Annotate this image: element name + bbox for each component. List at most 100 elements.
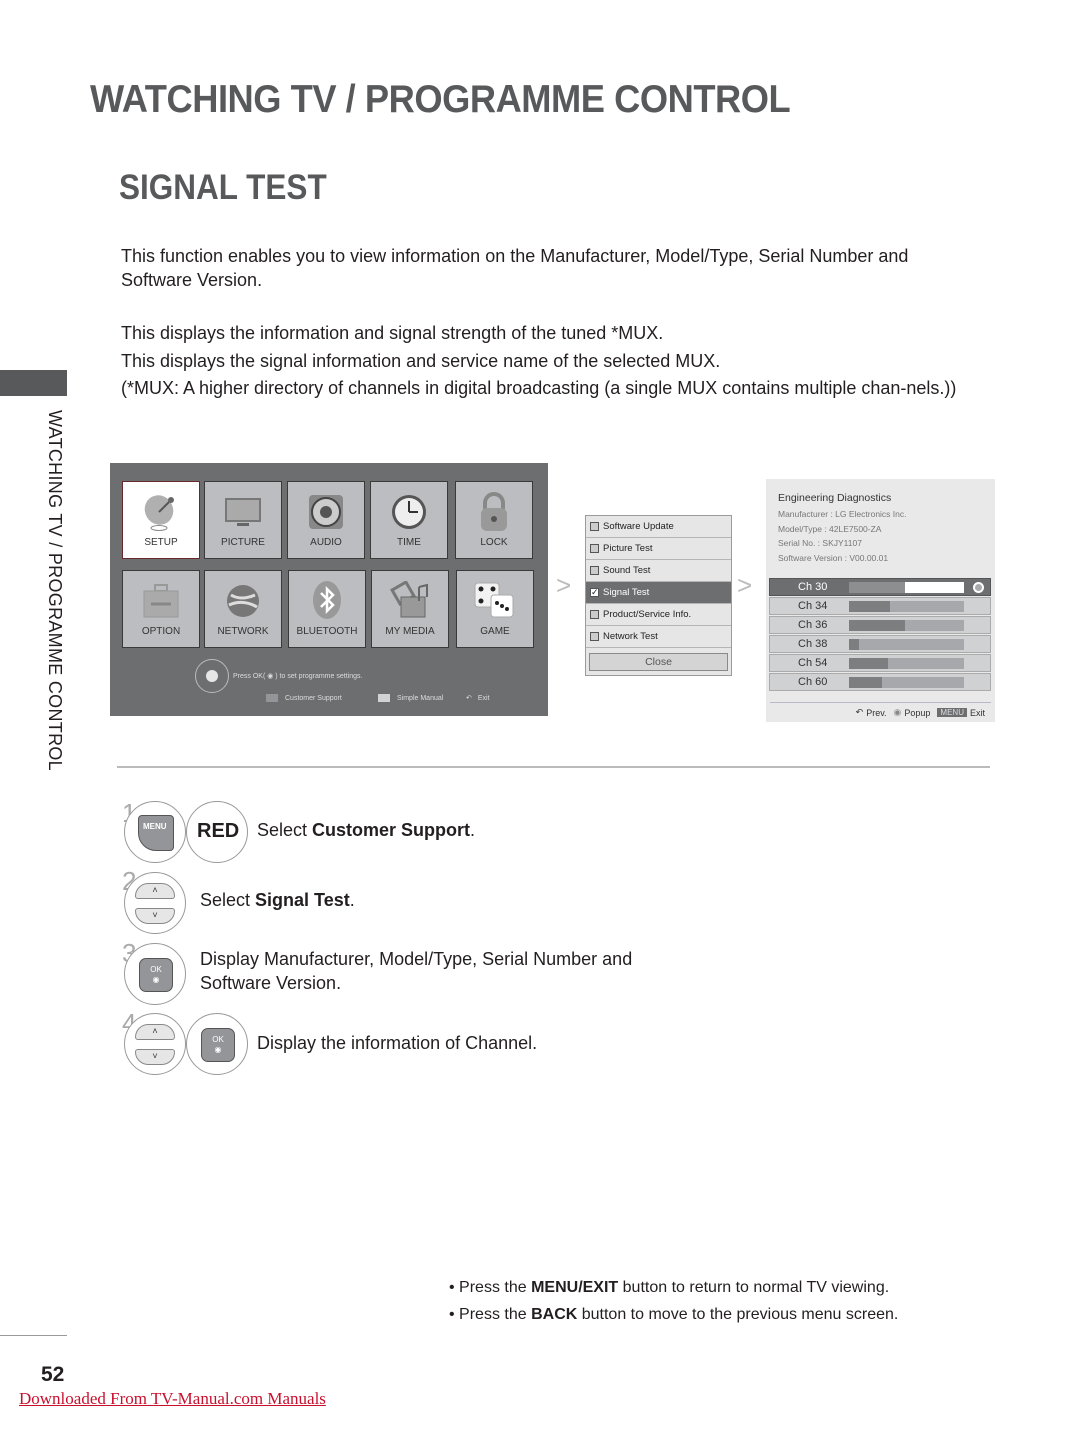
menu-tile-label: GAME	[480, 626, 510, 637]
menu-tile-label: MY MEDIA	[385, 626, 435, 637]
signal-strength-bar	[849, 639, 964, 650]
download-link[interactable]: Downloaded From TV-Manual.com Manuals	[19, 1389, 326, 1409]
signal-strength-bar	[849, 620, 964, 631]
checkbox-icon	[590, 566, 599, 575]
menu-button[interactable]: MENU	[124, 801, 186, 863]
intro-paragraph-1: This function enables you to view inform…	[121, 246, 909, 290]
intro-paragraph-3: This displays the signal information and…	[121, 351, 721, 371]
diagnostics-footer: ↶ Prev. ◉ Popup MENU Exit	[855, 707, 985, 718]
signal-strength-bar	[849, 582, 964, 593]
checkbox-icon	[590, 610, 599, 619]
menu-tile-bluetooth[interactable]: BLUETOOTH	[288, 570, 366, 648]
engineering-diagnostics-panel: Engineering Diagnostics Manufacturer : L…	[766, 479, 995, 722]
signal-strength-fill	[849, 639, 860, 650]
channel-row[interactable]: Ch 54	[769, 654, 991, 672]
red-swatch-icon	[266, 694, 278, 702]
up-arrow-icon[interactable]: ˄	[135, 883, 175, 899]
diagnostics-title: Engineering Diagnostics	[778, 492, 892, 504]
cs-menu-item-sound-test[interactable]: Sound Test	[586, 560, 731, 582]
back-icon: ↶	[855, 707, 864, 717]
menu-tile-time[interactable]: TIME	[370, 481, 448, 559]
globe-icon	[223, 579, 263, 623]
menu-tile-lock[interactable]: LOCK	[455, 481, 533, 559]
cs-menu-item-label: Picture Test	[603, 543, 653, 554]
signal-strength-bar	[849, 677, 964, 688]
dice-icon	[473, 579, 517, 623]
clock-icon	[390, 490, 428, 534]
speaker-icon	[307, 490, 345, 534]
signal-strength-bar	[849, 601, 964, 612]
menu-tile-my-media[interactable]: MY MEDIA	[371, 570, 449, 648]
channel-row[interactable]: Ch 60	[769, 673, 991, 691]
red-button[interactable]: RED	[186, 801, 248, 863]
tv-main-menu: SETUP PICTURE AUDIO TIME LOCK OPTION NETWORK BL…	[110, 463, 548, 716]
menu-tile-label: OPTION	[141, 626, 181, 637]
menu-tile-audio[interactable]: AUDIO	[287, 481, 365, 559]
ok-button[interactable]: OK ◉	[124, 943, 186, 1005]
menu-tile-label: LOCK	[480, 537, 508, 548]
menu-tile-option[interactable]: OPTION	[122, 570, 200, 648]
channel-name: Ch 54	[798, 657, 828, 669]
menu-tile-network[interactable]: NETWORK	[204, 570, 282, 648]
divider	[770, 702, 991, 703]
step-3-text: Display Manufacturer, Model/Type, Serial…	[200, 949, 633, 993]
cs-menu-item-signal-test[interactable]: ✓ Signal Test	[586, 582, 731, 604]
channel-row[interactable]: Ch 38	[769, 635, 991, 653]
back-icon: ↶	[466, 695, 472, 702]
section-divider	[117, 766, 990, 768]
close-button[interactable]: Close	[589, 653, 728, 671]
tv-icon	[223, 490, 263, 534]
signal-strength-fill	[849, 620, 906, 631]
ok-hint-text: Press OK( ◉ ) to set programme settings.	[233, 673, 363, 680]
menu-tile-label: SETUP	[144, 537, 178, 548]
side-tab-label: WATCHING TV / PROGRAMME CONTROL	[45, 410, 65, 771]
cs-menu-item-network-test[interactable]: Network Test	[586, 626, 731, 648]
signal-strength-fill	[849, 601, 891, 612]
section-title: WATCHING TV / PROGRAMME CONTROL	[90, 78, 791, 121]
channel-name: Ch 36	[798, 619, 828, 631]
legend-simple-manual: Simple Manual	[378, 694, 443, 702]
cs-menu-item-product-service-info[interactable]: Product/Service Info.	[586, 604, 731, 626]
selected-radio-icon	[973, 582, 984, 593]
step-2-text: Select Signal Test.	[200, 890, 355, 910]
up-down-button[interactable]: ˄ ˅	[124, 872, 186, 934]
menu-tile-setup[interactable]: SETUP	[122, 481, 200, 559]
signal-strength-fill	[849, 582, 906, 593]
ok-button[interactable]: OK ◉	[186, 1013, 248, 1075]
channel-row[interactable]: Ch 30	[769, 578, 991, 596]
down-arrow-icon[interactable]: ˅	[135, 908, 175, 924]
side-tab-marker	[0, 370, 67, 396]
menu-tile-label: PICTURE	[221, 537, 265, 548]
note-menu-exit: • Press the MENU/EXIT button to return t…	[449, 1279, 890, 1296]
cs-menu-item-label: Signal Test	[603, 587, 650, 598]
customer-support-menu: Software Update Picture Test Sound Test ✓ Si…	[585, 515, 732, 676]
up-arrow-icon[interactable]: ˄	[135, 1024, 175, 1040]
cs-menu-item-software-update[interactable]: Software Update	[586, 516, 731, 538]
nav-wheel-icon	[195, 659, 229, 693]
serial-info: Serial No. : SKJY1107	[778, 538, 862, 548]
menu-tile-picture[interactable]: PICTURE	[204, 481, 282, 559]
channel-name: Ch 38	[798, 638, 828, 650]
model-info: Model/Type : 42LE7500-ZA	[778, 524, 882, 534]
up-down-button[interactable]: ˄ ˅	[124, 1013, 186, 1075]
step-1-text: Select Customer Support.	[257, 820, 476, 840]
channel-row[interactable]: Ch 34	[769, 597, 991, 615]
arrow-right-icon: >	[556, 570, 572, 600]
intro-paragraph-2: This displays the information and signal…	[121, 323, 664, 343]
cs-menu-item-picture-test[interactable]: Picture Test	[586, 538, 731, 560]
footer-rule	[0, 1335, 67, 1336]
channel-row[interactable]: Ch 36	[769, 616, 991, 634]
checkbox-icon	[590, 522, 599, 531]
cs-menu-item-label: Software Update	[603, 521, 674, 532]
signal-strength-fill	[849, 677, 883, 688]
satellite-dish-icon	[141, 490, 181, 534]
down-arrow-icon[interactable]: ˅	[135, 1049, 175, 1065]
ok-key-icon: OK ◉	[201, 1028, 235, 1062]
menu-key-icon: MENU	[138, 815, 174, 851]
menu-tile-game[interactable]: GAME	[456, 570, 534, 648]
cs-menu-item-label: Product/Service Info.	[603, 609, 692, 620]
menu-chip: MENU	[937, 708, 967, 717]
note-back: • Press the BACK button to move to the p…	[449, 1306, 899, 1323]
step-4-text: Display the information of Channel.	[257, 1033, 538, 1053]
ok-hint: Press OK( ◉ ) to set programme settings.	[195, 659, 362, 693]
